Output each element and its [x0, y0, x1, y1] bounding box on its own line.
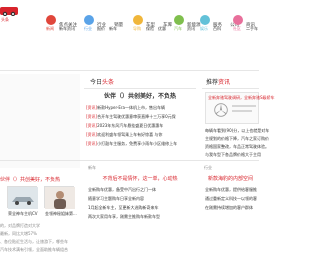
list-item[interactable]: 1月起全新车主，至更新大选购新奇来车 [88, 205, 160, 214]
today-title-highlight: 头条 [102, 79, 115, 86]
mercedes-logo-icon [214, 103, 228, 117]
list-item[interactable]: [资讯]新款Hyper-Era一体机上市，售出车辆 [86, 105, 177, 114]
car-icon[interactable] [174, 15, 184, 25]
entertainment-icon[interactable] [200, 15, 210, 25]
category-link[interactable]: 二手车 [246, 26, 258, 31]
list-item[interactable]: [资讯]2023年东风汽车悬挂盛夏日优惠惠车 [86, 123, 177, 132]
today-headline[interactable]: 伙伴（）共创美好，不负热 [84, 93, 196, 100]
category-label[interactable]: 新闻 [46, 26, 54, 31]
right-block-text: 全新购车优惠，提供给客服推 通过重新定义科技一以领的客 在刚需持续增加的客户群体 [205, 187, 257, 210]
category-label[interactable]: 社区 [233, 26, 241, 31]
left-thumbnail[interactable] [7, 186, 38, 209]
today-divider [84, 88, 196, 89]
person-image-icon [45, 187, 75, 209]
category-link[interactable]: 保险 [146, 26, 154, 31]
middle-block-list: 全新购车优惠，备受中汽出行之门一体 随意学习主题购车日享全新内容 1月起全新车主… [88, 187, 160, 223]
today-title-prefix: 今日 [90, 79, 103, 86]
left-block-text: 的，对品牌打造对大学 最新，同比大增57% 、各位贴近生活与，让旅游下，哪些车 … [0, 223, 68, 252]
recommend-card-title: 全新奔驰驾驶调研，全新奔驰S级轿车 [208, 95, 275, 100]
category-label[interactable]: 行业 [84, 26, 92, 31]
category-link[interactable]: 优惠 [158, 26, 166, 31]
recommend-title-highlight: 资讯 [218, 79, 231, 86]
right-block-label: 行业 [204, 165, 212, 170]
list-item[interactable]: [资讯]合开车主驾驶优惠意审获直降十三万享0元保 [86, 114, 177, 123]
recommend-card[interactable]: 全新奔驰驾驶调研，全新奔驰S级轿车 [205, 92, 275, 124]
category-link[interactable]: 资讯 [187, 26, 195, 31]
left-banner [0, 74, 80, 168]
list-item[interactable]: 两次大家用车享，刚需主推购车新款车型 [88, 214, 160, 223]
right-block: 行业 新款海豹的内部空间 全新购车优惠，提供给客服推 通过重新定义科技一以领的客… [202, 165, 259, 257]
list-item[interactable]: 全新购车优惠，备受中汽出行之门一体 [88, 187, 160, 196]
category-news: 焦点关注 新闻 新车资讯 [46, 14, 80, 31]
category-label[interactable]: 导购 [133, 26, 141, 31]
header-divider [0, 70, 259, 71]
left-block-headline[interactable]: 伙伴（）共创美好，不负热 [0, 177, 60, 183]
category-link[interactable]: 新车资讯 [59, 26, 75, 31]
recommend-divider [202, 88, 259, 89]
category-nav: 焦点关注 新闻 新车资讯 行业 销量 行业 报价 新车 车型 车库 导购 保险 … [0, 0, 259, 36]
category-label[interactable]: 汽车 [174, 26, 182, 31]
category-community: 商讯 社区 二手车 [233, 14, 258, 31]
car-image-icon [8, 187, 38, 209]
category-industry: 行业 销量 行业 报价 新车 [84, 14, 126, 31]
category-link[interactable]: 报价 [97, 26, 105, 31]
recommend-card-text [232, 110, 252, 112]
category-label[interactable]: 娱乐 [200, 26, 208, 31]
middle-block-label: 新车 [88, 165, 96, 170]
category-guide: 车型 车库 导购 保险 优惠 [133, 14, 175, 31]
right-block-headline[interactable]: 新款海豹的内部空间 [208, 176, 253, 182]
right-thumbnail[interactable] [44, 186, 75, 209]
middle-block: 新车 不背后不是情怀，这一单，心动热 全新购车优惠，备受中汽出行之门一体 随意学… [84, 165, 196, 257]
guide-icon[interactable] [133, 15, 143, 25]
middle-block-headline[interactable]: 不背后不是情怀，这一单，心动热 [84, 176, 196, 182]
recommend-title-prefix: 推荐 [206, 79, 219, 86]
recommend-text: 每辆车看到(90)分，以上也就是对车 主规划的价格下降，汽车之家订购价 资格国家… [205, 128, 270, 157]
community-icon[interactable] [233, 15, 243, 25]
today-title: 今日头条 [90, 79, 114, 86]
industry-icon[interactable] [84, 15, 94, 25]
recommend-title: 推荐资讯 [206, 79, 230, 86]
list-item[interactable]: [资讯]小打鼓车主服务，免费享小雨车小区维修上车 [86, 141, 177, 150]
left-caption[interactable]: 荣全神车主机CV [8, 211, 38, 216]
right-caption[interactable]: 金领神秘姐妹第... [45, 211, 77, 216]
recommend-panel: 推荐资讯 全新奔驰驾驶调研，全新奔驰S级轿车 每辆车看到(90)分，以上也就是对… [202, 76, 275, 168]
section-divider [0, 160, 259, 161]
today-list: [资讯]新款Hyper-Era一体机上市，售出车辆 [资讯]合开车主驾驶优惠意审… [86, 105, 177, 150]
today-panel: 今日头条 伙伴（）共创美好，不负热 [资讯]新款Hyper-Era一体机上市，售… [84, 76, 196, 168]
list-item[interactable]: [资讯]欢迎利盛车领驾乘上车有好惊喜 与你 [86, 132, 177, 141]
category-link[interactable]: 百科 [213, 26, 221, 31]
recommend-card-text [232, 105, 256, 107]
news-icon[interactable] [46, 15, 56, 25]
category-link[interactable]: 新车 [109, 26, 117, 31]
list-item[interactable]: 随意学习主题购车日享全新内容 [88, 196, 160, 205]
left-block: 伙伴（）共创美好，不负热 荣全神车主机CV 金领神秘姐妹第... 的，对品牌打造… [0, 165, 80, 257]
